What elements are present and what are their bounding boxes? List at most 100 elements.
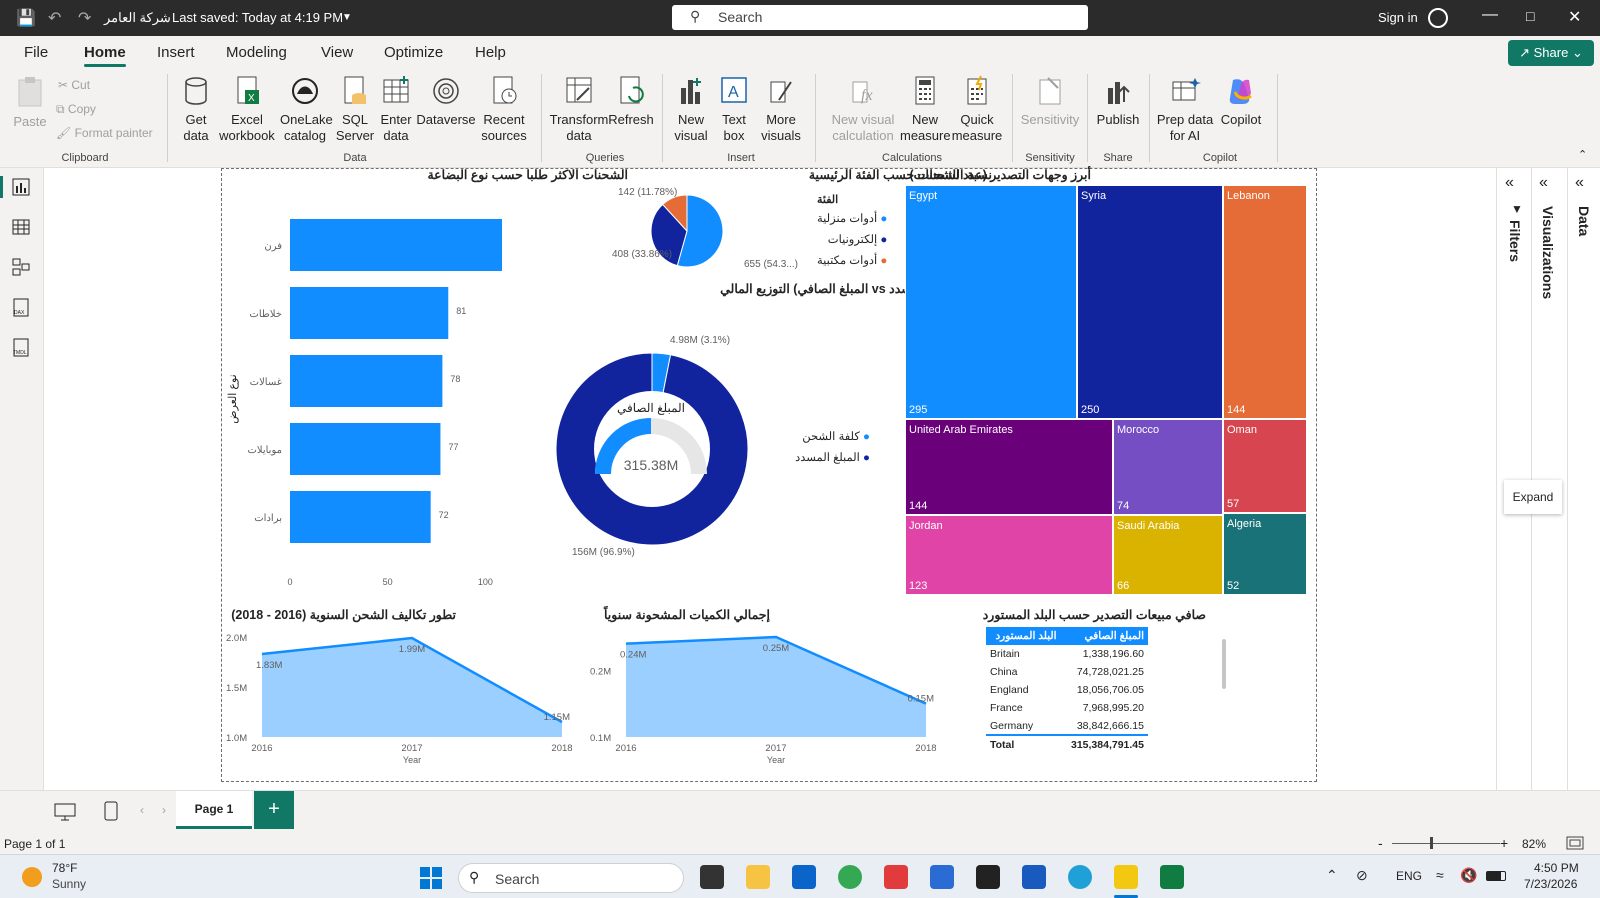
fit-to-page-icon[interactable] [1566, 836, 1584, 850]
task-view-icon[interactable] [700, 865, 724, 889]
treemap-tile-uae[interactable]: United Arab Emirates 144 [905, 419, 1113, 515]
zoom-slider[interactable] [1392, 843, 1500, 844]
new-measure-button[interactable]: New measure [900, 74, 951, 144]
area2-chart[interactable]: 0.2M 0.1M 2016 0.24M 2017 0.25M 2018 0.15M Year [586, 625, 946, 765]
treemap-tile-lebanon[interactable]: Lebanon 144 [1223, 185, 1307, 419]
treemap-tile-saudi-arabia[interactable]: Saudi Arabia 66 [1113, 515, 1223, 595]
treemap[interactable]: Egypt 295 Syria 250 Lebanon 144 United Arab… [905, 185, 1307, 595]
next-page-icon[interactable]: › [162, 803, 166, 817]
enter-data-button[interactable]: Enter data [376, 74, 416, 144]
treemap-tile-jordan[interactable]: Jordan 123 [905, 515, 1113, 595]
paste-button[interactable]: Paste [12, 74, 48, 130]
filters-pane-label[interactable]: Filters [1507, 220, 1523, 262]
add-page-button[interactable]: + [254, 791, 294, 829]
prep-data-ai-button[interactable]: Prep data for AI [1156, 74, 1214, 144]
collapse-ribbon-icon[interactable]: ⌃ [1578, 148, 1587, 161]
anydesk-icon[interactable] [884, 865, 908, 889]
taskbar-search[interactable]: ⚲ Search [458, 863, 684, 893]
cut-button[interactable]: ✂ Cut [58, 78, 90, 92]
quick-measure-button[interactable]: Quick measure [950, 74, 1004, 144]
prev-page-icon[interactable]: ‹ [140, 803, 144, 817]
file-explorer-icon[interactable] [746, 865, 770, 889]
zoom-in-icon[interactable]: + [1500, 835, 1508, 851]
battery-icon[interactable] [1486, 871, 1506, 881]
onelake-catalog-button[interactable]: OneLake catalog [278, 74, 333, 144]
table-row[interactable]: China 74,728,021.25 [986, 663, 1148, 681]
excel-workbook-button[interactable]: X Excel workbook [218, 74, 276, 144]
sql-server-button[interactable]: SQL Server [334, 74, 376, 144]
copy-button[interactable]: ⧉ Copy [56, 102, 96, 117]
undo-icon[interactable]: ↶ [48, 8, 61, 28]
volume-mute-icon[interactable]: 🔇 [1460, 867, 1477, 884]
data-pane-label[interactable]: Data [1576, 206, 1592, 236]
sticky-notes-icon[interactable] [976, 865, 1000, 889]
dax-query-view-icon[interactable]: DAX [12, 298, 30, 318]
treemap-tile-egypt[interactable]: Egypt 295 [905, 185, 1077, 419]
collapse-visualizations-icon[interactable]: « [1539, 174, 1548, 192]
menu-optimize[interactable]: Optimize [384, 44, 443, 61]
header-amount[interactable]: المبلغ الصافي [1061, 627, 1148, 645]
zoom-out-icon[interactable]: - [1378, 835, 1383, 851]
visualizations-pane-label[interactable]: Visualizations [1540, 206, 1556, 299]
word-icon[interactable] [1022, 865, 1046, 889]
report-view-icon[interactable] [12, 178, 30, 196]
close-icon[interactable]: ✕ [1568, 7, 1581, 27]
save-icon[interactable]: 💾 [16, 8, 36, 28]
sign-in-link[interactable]: Sign in [1378, 10, 1418, 25]
maximize-icon[interactable]: □ [1526, 8, 1534, 24]
treemap-tile-syria[interactable]: Syria 250 [1077, 185, 1223, 419]
new-visual-button[interactable]: New visual [668, 74, 714, 144]
menu-file[interactable]: File [24, 44, 48, 61]
table-view-icon[interactable] [12, 218, 30, 236]
treemap-tile-algeria[interactable]: Algeria 52 [1223, 513, 1307, 595]
clock-time[interactable]: 4:50 PM [1534, 861, 1579, 875]
network-off-icon[interactable]: ⊘ [1356, 867, 1368, 884]
menu-home[interactable]: Home [84, 44, 126, 67]
recent-sources-button[interactable]: Recent sources [476, 74, 532, 144]
search-input[interactable]: ⚲ Search [672, 5, 1088, 30]
edge-icon[interactable] [1068, 865, 1092, 889]
chrome-icon[interactable] [838, 865, 862, 889]
pie-legend[interactable]: ● أدوات منزلية ● إلكترونيات ● أدوات مكتب… [817, 209, 887, 272]
windows-start-icon[interactable] [420, 867, 442, 889]
donut-legend[interactable]: ● كلفة الشحن ● المبلغ المسدد [790, 427, 870, 469]
zoom-slider-thumb[interactable] [1430, 837, 1433, 849]
mobile-layout-icon[interactable] [104, 801, 118, 821]
format-painter-button[interactable]: 🖌 Format painter [56, 126, 153, 140]
header-country[interactable]: البلد المستورد [986, 627, 1061, 645]
weather-sun-icon[interactable] [22, 867, 42, 887]
avatar-icon[interactable] [1428, 8, 1448, 28]
page-tab-1[interactable]: Page 1 [176, 791, 252, 829]
treemap-tile-oman[interactable]: Oman 57 [1223, 419, 1307, 513]
refresh-button[interactable]: Refresh [608, 74, 654, 128]
redo-icon[interactable]: ↷ [78, 8, 91, 28]
security-icon[interactable] [930, 865, 954, 889]
menu-view[interactable]: View [321, 44, 353, 61]
table-scrollbar[interactable] [1222, 639, 1226, 689]
dataverse-button[interactable]: Dataverse [416, 74, 476, 128]
excel-icon[interactable] [1160, 865, 1184, 889]
table-row[interactable]: Germany 38,842,666.15 [986, 717, 1148, 735]
transform-data-button[interactable]: Transform data [548, 74, 610, 144]
minimize-icon[interactable]: — [1482, 6, 1498, 24]
clock-date[interactable]: 7/23/2026 [1524, 877, 1577, 891]
collapse-data-icon[interactable]: « [1575, 174, 1584, 192]
menu-modeling[interactable]: Modeling [226, 44, 287, 61]
wifi-icon[interactable]: ≈ [1436, 867, 1444, 883]
model-view-icon[interactable] [12, 258, 30, 276]
table-row[interactable]: Britain 1,338,196.60 [986, 645, 1148, 663]
more-visuals-button[interactable]: More visuals [754, 74, 808, 144]
collapse-filters-icon[interactable]: « [1505, 174, 1514, 192]
publish-button[interactable]: Publish [1094, 74, 1142, 128]
tmdl-view-icon[interactable]: TMDL [12, 338, 30, 358]
treemap-tile-morocco[interactable]: Morocco 74 [1113, 419, 1223, 515]
menu-help[interactable]: Help [475, 44, 506, 61]
text-box-button[interactable]: A Text box [714, 74, 754, 144]
chevron-up-icon[interactable]: ⌃ [1326, 867, 1338, 884]
language-indicator[interactable]: ENG [1396, 869, 1422, 883]
pie-chart[interactable] [602, 183, 762, 283]
new-visual-calculation-button[interactable]: fx New visual calculation [826, 74, 900, 144]
menu-insert[interactable]: Insert [157, 44, 195, 61]
bar-chart[interactable]: فرن130خلاطات81غسالات78موبايلات77برادات72… [222, 185, 502, 605]
copilot-button[interactable]: Copilot [1214, 74, 1268, 128]
